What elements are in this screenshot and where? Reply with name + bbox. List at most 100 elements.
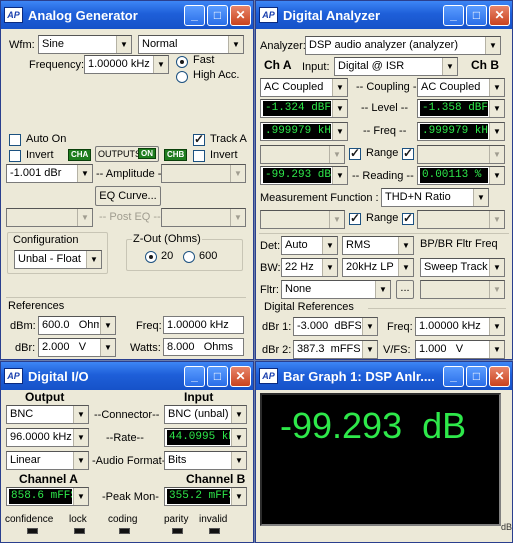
digital-io-titlebar[interactable]: AP Digital I/O _ □ ✕: [1, 362, 253, 390]
zout-20-radio[interactable]: [145, 251, 157, 263]
chevron-down-icon: ▼: [489, 281, 504, 298]
status-label-confidence: confidence: [5, 514, 54, 525]
level-b-readout[interactable]: -1.358 dBFS ▼: [417, 99, 505, 118]
references-label: References: [8, 300, 65, 312]
filter-options-button[interactable]: ...: [396, 280, 414, 299]
rate-output-select[interactable]: 96.0000 kHz ▼: [6, 428, 89, 447]
minimize-icon[interactable]: _: [443, 4, 464, 26]
frequency-label: Frequency:: [29, 59, 85, 71]
reading-b-readout[interactable]: 0.00113 % ▼: [417, 166, 505, 185]
range-b-checkbox[interactable]: [402, 146, 414, 160]
detector-mode-select[interactable]: RMS ▼: [342, 236, 414, 255]
close-icon[interactable]: ✕: [489, 365, 510, 387]
high-acc-label: High Acc.: [193, 69, 240, 81]
bandwidth-lp-select[interactable]: 20kHz LP ▼: [342, 258, 414, 277]
input-select[interactable]: Digital @ ISR ▼: [334, 57, 458, 76]
format-output-select[interactable]: Linear ▼: [6, 451, 89, 470]
watts-reference-input[interactable]: 8.000 Ohms: [163, 338, 244, 356]
det-label: Det:: [260, 240, 281, 252]
bar-graph-titlebar[interactable]: AP Bar Graph 1: DSP Anlr.... _ □ ✕: [256, 362, 512, 390]
maximize-icon[interactable]: □: [466, 4, 487, 26]
track-a-checkbox[interactable]: [193, 132, 205, 146]
peak-a-readout[interactable]: 858.6 mFFS ▼: [6, 487, 89, 506]
fast-radio[interactable]: [176, 56, 188, 68]
dbr-reference-input[interactable]: 2.000 V ▼: [38, 338, 116, 357]
maximize-icon[interactable]: □: [466, 365, 487, 387]
connector-input-select[interactable]: BNC (unbal) ▼: [164, 405, 247, 424]
waveform-mode-select[interactable]: Normal ▼: [138, 35, 244, 54]
analog-generator-titlebar[interactable]: AP Analog Generator _ □ ✕: [1, 1, 253, 29]
digital-analyzer-titlebar[interactable]: AP Digital Analyzer _ □ ✕: [256, 1, 512, 29]
dbm-reference-input[interactable]: 600.0 Ohms▼: [38, 316, 116, 335]
close-icon[interactable]: ✕: [489, 4, 510, 26]
amplitude-b-input[interactable]: ▼: [161, 164, 246, 183]
dbr1-reference-input[interactable]: -3.000 dBFS ▼: [293, 317, 378, 336]
chevron-down-icon: ▼: [73, 429, 88, 446]
detector-select[interactable]: Auto ▼: [281, 236, 338, 255]
divider: [368, 308, 506, 309]
coupling-b-select[interactable]: AC Coupled ▼: [417, 78, 505, 97]
bandwidth-hp-select[interactable]: 22 Hz ▼: [281, 258, 338, 277]
bp-br-filter-freq-label: BP/BR Fltr Freq: [420, 238, 498, 250]
minimize-icon[interactable]: _: [184, 365, 205, 387]
filter-freq-mode-select[interactable]: Sweep Track ▼: [420, 258, 505, 277]
format-input-select[interactable]: Bits ▼: [164, 451, 247, 470]
coupling-a-select[interactable]: AC Coupled ▼: [260, 78, 348, 97]
freq-b-readout[interactable]: .999979 kHz ▼: [417, 122, 505, 141]
invert-a-checkbox[interactable]: [9, 150, 21, 162]
zout-label: Z-Out (Ohms): [132, 233, 202, 245]
waveform-select[interactable]: Sine ▼: [38, 35, 132, 54]
close-icon[interactable]: ✕: [230, 4, 251, 26]
post-eq-a-select[interactable]: ▼: [6, 208, 93, 227]
freq-reference-input[interactable]: 1.00000 kHz: [163, 316, 244, 334]
minimize-icon[interactable]: _: [184, 4, 205, 26]
zout-600-radio[interactable]: [183, 251, 195, 263]
freq-reference-input[interactable]: 1.00000 kHz ▼: [415, 317, 505, 336]
minimize-icon[interactable]: _: [443, 365, 464, 387]
input-label: Input:: [302, 61, 330, 73]
range-a-checkbox[interactable]: [349, 146, 361, 160]
filter-freq-select[interactable]: ▼: [420, 280, 505, 299]
eq-curve-button[interactable]: EQ Curve...: [95, 186, 161, 206]
zout-600-label: 600: [199, 250, 218, 262]
measurement-a-unit-select[interactable]: ▼: [260, 210, 345, 229]
high-acc-radio[interactable]: [176, 71, 188, 83]
dbm-label: dBm:: [10, 320, 36, 332]
ap-logo-icon: AP: [259, 7, 278, 23]
amplitude-a-input[interactable]: -1.001 dBr ▼: [6, 164, 93, 183]
channel-b-heading: Channel B: [186, 472, 246, 486]
measurement-function-label: Measurement Function :: [260, 192, 379, 204]
auto-on-checkbox[interactable]: [9, 134, 21, 146]
vfs-input[interactable]: 1.000 V ▼: [415, 340, 505, 359]
rate-input-readout[interactable]: 44.0995 kHz▼: [164, 428, 247, 447]
range2-b-checkbox[interactable]: [402, 211, 414, 225]
freq-a-readout[interactable]: .999979 kHz ▼: [260, 122, 348, 141]
confidence-led: [27, 528, 38, 534]
frequency-input[interactable]: 1.00000 kHz ▼: [84, 55, 169, 74]
filter-select[interactable]: None ▼: [281, 280, 391, 299]
reading-a-readout[interactable]: -99.293 dB ▼: [260, 166, 348, 185]
maximize-icon[interactable]: □: [207, 365, 228, 387]
measurement-function-select[interactable]: THD+N Ratio ▼: [381, 188, 489, 207]
peak-b-readout[interactable]: 355.2 mFFS ▼: [164, 487, 247, 506]
close-icon[interactable]: ✕: [230, 365, 251, 387]
connector-output-select[interactable]: BNC ▼: [6, 405, 89, 424]
range2-a-checkbox[interactable]: [349, 211, 361, 225]
bar-graph-window: AP Bar Graph 1: DSP Anlr.... _ □ ✕ -99.2…: [255, 361, 513, 543]
configuration-select[interactable]: Unbal - Float ▼: [14, 250, 102, 269]
post-eq-b-select[interactable]: ▼: [161, 208, 246, 227]
bar-graph-display: -99.293 dB: [260, 393, 501, 526]
invert-b-label: Invert: [210, 149, 238, 161]
analyzer-select[interactable]: DSP audio analyzer (analyzer) ▼: [305, 36, 501, 55]
spin-icon: ▼: [153, 56, 168, 73]
invert-b-checkbox[interactable]: [193, 150, 205, 162]
maximize-icon[interactable]: □: [207, 4, 228, 26]
ap-logo-icon: AP: [259, 368, 278, 384]
measurement-b-unit-select[interactable]: ▼: [417, 210, 505, 229]
reading-b-unit-select[interactable]: ▼: [417, 145, 505, 164]
window-title: Bar Graph 1: DSP Anlr....: [283, 368, 435, 384]
dbr2-reference-input[interactable]: 387.3 mFFS ▼: [293, 340, 378, 359]
chevron-down-icon: ▼: [489, 79, 504, 96]
reading-a-unit-select[interactable]: ▼: [260, 145, 345, 164]
level-a-readout[interactable]: -1.324 dBFS ▼: [260, 99, 348, 118]
